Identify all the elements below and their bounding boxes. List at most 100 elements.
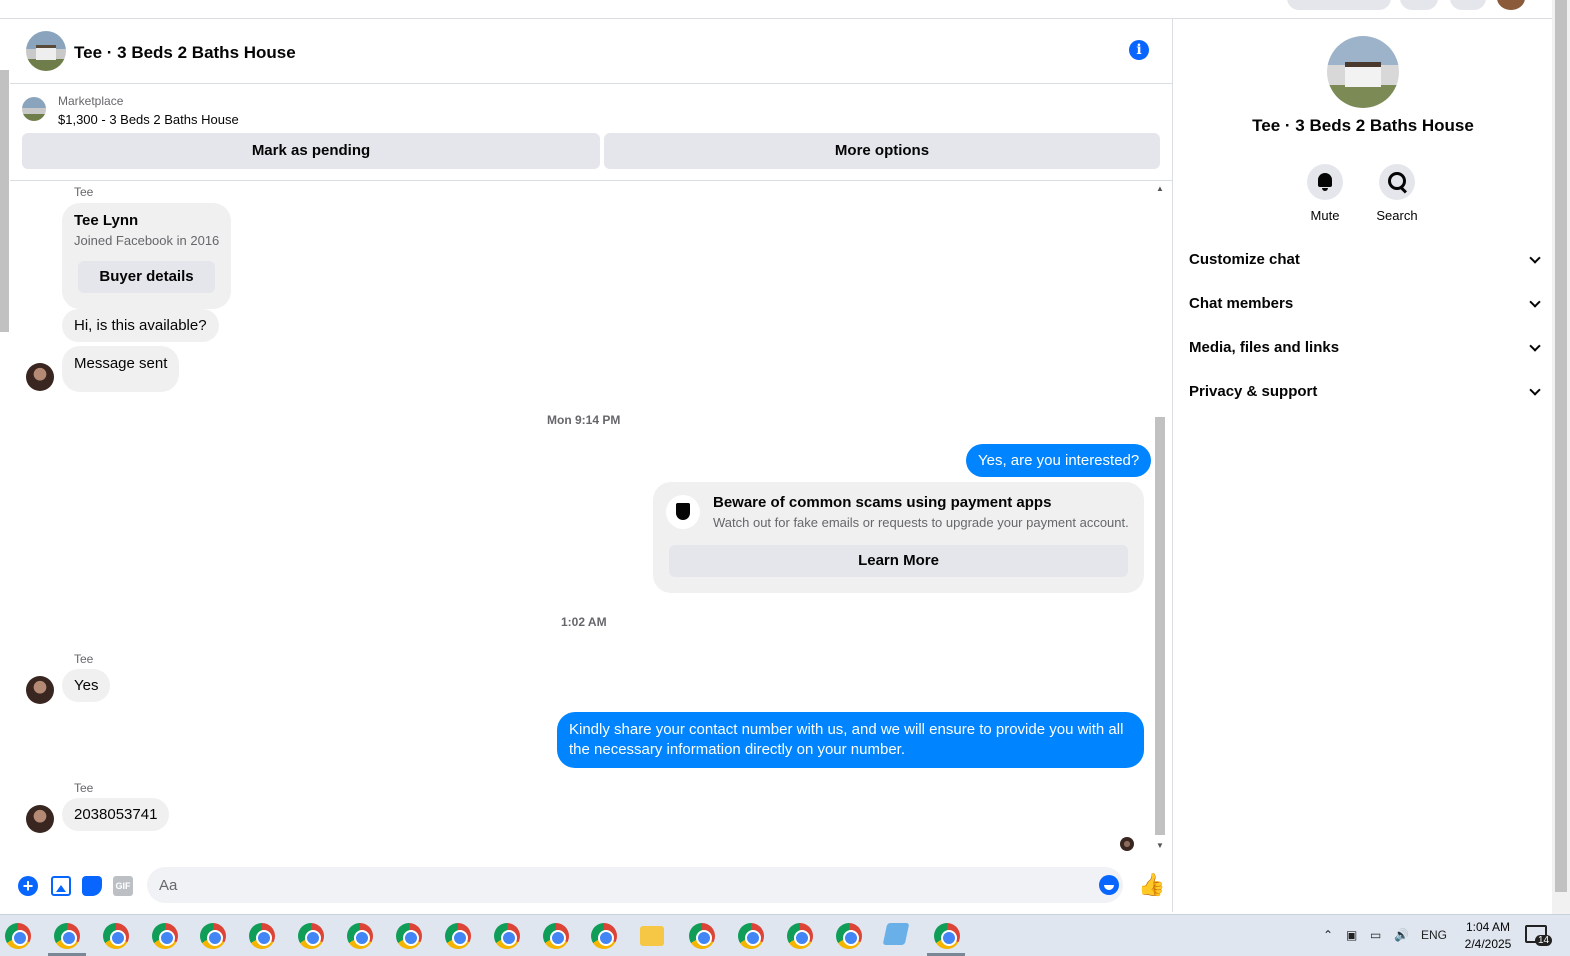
snipping-tool-icon[interactable] <box>882 923 910 945</box>
message-input[interactable] <box>159 875 1079 895</box>
thumbs-up-icon[interactable]: 👍 <box>1138 873 1165 897</box>
learn-more-button[interactable]: Learn More <box>669 545 1128 577</box>
marketplace-label: Marketplace <box>58 94 124 108</box>
chrome-taskbar-icon[interactable] <box>689 923 715 949</box>
chrome-taskbar-icon[interactable] <box>494 923 520 949</box>
messenger-button[interactable] <box>1450 0 1486 10</box>
message-bubble[interactable]: Message sent <box>62 346 180 392</box>
battery-icon[interactable]: ▭ <box>1370 928 1381 942</box>
seen-avatar <box>1120 837 1134 851</box>
sender-avatar[interactable] <box>26 676 54 704</box>
buyer-details-button[interactable]: Buyer details <box>78 261 215 293</box>
chrome-taskbar-icon[interactable] <box>249 923 275 949</box>
chrome-taskbar-icon[interactable] <box>836 923 862 949</box>
buyer-card: Tee Lynn Joined Facebook in 2016 Buyer d… <box>62 203 231 309</box>
marketplace-bar: Marketplace $1,300 - 3 Beds 2 Baths Hous… <box>10 84 1172 181</box>
page-scrollbar-thumb[interactable] <box>1555 0 1567 892</box>
plus-icon[interactable]: + <box>18 876 38 896</box>
customize-chat-row[interactable]: Customize chat <box>1189 248 1541 272</box>
chat-title[interactable]: Tee · 3 Beds 2 Baths House <box>74 43 296 63</box>
emoji-icon[interactable] <box>1099 875 1119 895</box>
top-nav-pill[interactable] <box>1287 0 1391 10</box>
scam-warning-card: Beware of common scams using payment app… <box>653 482 1144 593</box>
row-label: Privacy & support <box>1189 383 1318 400</box>
chrome-taskbar-icon[interactable] <box>298 923 324 949</box>
chrome-taskbar-icon[interactable] <box>103 923 129 949</box>
scroll-up-arrow-icon[interactable]: ▲ <box>1156 184 1164 193</box>
chrome-taskbar-icon[interactable] <box>445 923 471 949</box>
chat-header: Tee · 3 Beds 2 Baths House i <box>10 19 1172 84</box>
chrome-taskbar-icon[interactable] <box>152 923 178 949</box>
language-indicator[interactable]: ENG <box>1421 928 1447 942</box>
sticker-icon[interactable] <box>82 876 102 896</box>
info-icon[interactable]: i <box>1129 40 1149 60</box>
bell-icon[interactable] <box>1307 164 1343 200</box>
left-scrollbar[interactable] <box>0 70 9 332</box>
menu-button[interactable] <box>1400 0 1438 10</box>
message-list[interactable]: Tee Tee Lynn Joined Facebook in 2016 Buy… <box>10 182 1172 852</box>
conversation-details-panel: Tee · 3 Beds 2 Baths House Mute Search C… <box>1172 19 1552 912</box>
search-label: Search <box>1376 208 1418 223</box>
messages-scrollbar[interactable]: ▲ ▼ <box>1154 182 1166 852</box>
buyer-joined: Joined Facebook in 2016 <box>74 233 220 248</box>
message-bubble-outgoing[interactable]: Yes, are you interested? <box>966 444 1152 477</box>
chevron-down-icon <box>1529 340 1541 352</box>
row-label: Customize chat <box>1189 251 1300 268</box>
search-button[interactable]: Search <box>1367 164 1427 223</box>
conversation-photo[interactable] <box>26 31 66 71</box>
chrome-taskbar-icon[interactable] <box>543 923 569 949</box>
gif-icon[interactable]: GIF <box>113 876 133 896</box>
chrome-taskbar-icon[interactable] <box>200 923 226 949</box>
mark-as-pending-button[interactable]: Mark as pending <box>22 133 600 169</box>
folder-icon[interactable] <box>640 926 664 946</box>
message-bubble-outgoing[interactable]: Kindly share your contact number with us… <box>557 712 1144 768</box>
chrome-taskbar-icon[interactable] <box>396 923 422 949</box>
chevron-up-icon[interactable]: ⌃ <box>1323 928 1333 942</box>
more-options-button[interactable]: More options <box>604 133 1160 169</box>
sender-avatar[interactable] <box>26 363 54 391</box>
scam-warning-subtitle: Watch out for fake emails or requests to… <box>713 515 1129 530</box>
message-input-box[interactable] <box>147 867 1123 903</box>
chevron-down-icon <box>1529 252 1541 264</box>
scam-warning-title: Beware of common scams using payment app… <box>713 494 1052 511</box>
timestamp: 1:02 AM <box>561 615 607 629</box>
row-label: Media, files and links <box>1189 339 1340 356</box>
privacy-support-row[interactable]: Privacy & support <box>1189 380 1541 404</box>
chrome-taskbar-icon[interactable] <box>738 923 764 949</box>
network-icon[interactable]: ▣ <box>1346 928 1357 942</box>
photo-icon[interactable] <box>51 876 71 896</box>
chrome-taskbar-icon[interactable] <box>934 923 960 949</box>
mute-label: Mute <box>1310 208 1340 223</box>
listing-thumbnail[interactable] <box>22 97 46 121</box>
speaker-icon[interactable]: 🔊 <box>1394 928 1409 942</box>
media-files-links-row[interactable]: Media, files and links <box>1189 336 1541 360</box>
row-label: Chat members <box>1189 295 1294 312</box>
scrollbar-thumb[interactable] <box>1155 417 1165 835</box>
message-bubble[interactable]: 2038053741 <box>62 798 170 831</box>
chrome-taskbar-icon[interactable] <box>347 923 373 949</box>
conversation-photo-large[interactable] <box>1327 36 1399 108</box>
search-icon[interactable] <box>1379 164 1415 200</box>
sender-name: Tee <box>74 185 94 199</box>
message-bubble[interactable]: Hi, is this available? <box>62 309 219 342</box>
composer: + GIF 👍 <box>10 860 1172 912</box>
chrome-taskbar-icon[interactable] <box>591 923 617 949</box>
chrome-taskbar-icon[interactable] <box>5 923 31 949</box>
timestamp: Mon 9:14 PM <box>547 413 621 427</box>
windows-taskbar: ⌃ ▣ ▭ 🔊 ENG 1:04 AM 2/4/2025 14 <box>0 914 1570 956</box>
shield-icon <box>666 495 700 529</box>
scroll-down-arrow-icon[interactable]: ▼ <box>1156 841 1164 850</box>
listing-title[interactable]: $1,300 - 3 Beds 2 Baths House <box>58 112 239 127</box>
page-scrollbar[interactable] <box>1552 0 1570 914</box>
message-bubble[interactable]: Yes <box>62 669 111 702</box>
taskbar-clock[interactable]: 1:04 AM 2/4/2025 <box>1453 919 1523 953</box>
clock-time: 1:04 AM <box>1465 920 1511 934</box>
browser-top-strip <box>0 0 1552 19</box>
chrome-taskbar-icon[interactable] <box>787 923 813 949</box>
sender-avatar[interactable] <box>26 805 54 833</box>
chat-members-row[interactable]: Chat members <box>1189 292 1541 316</box>
chrome-taskbar-icon[interactable] <box>54 923 80 949</box>
profile-avatar[interactable] <box>1497 0 1525 10</box>
mute-button[interactable]: Mute <box>1295 164 1355 223</box>
clock-date: 2/4/2025 <box>1464 937 1512 951</box>
